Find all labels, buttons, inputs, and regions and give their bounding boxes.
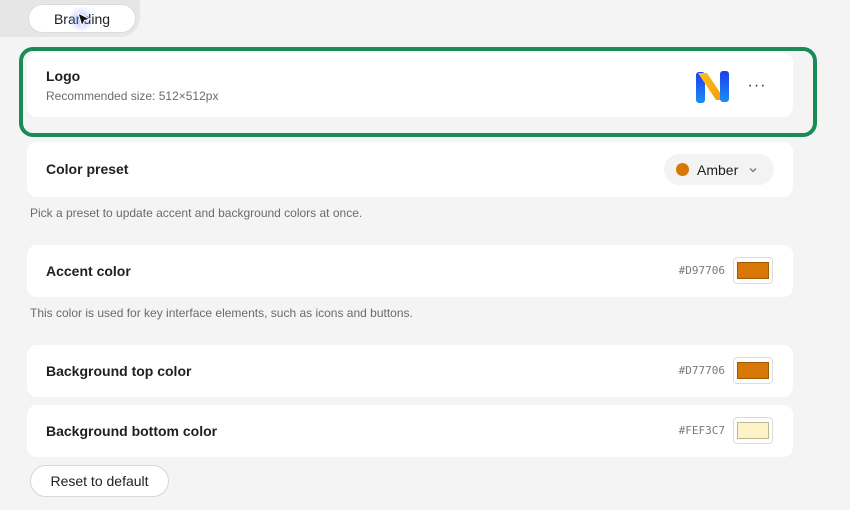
reset-to-default-button[interactable]: Reset to default [30,465,169,497]
focus-highlight-frame [19,47,817,137]
background-bottom-swatch [737,422,769,439]
color-preset-title: Color preset [46,161,129,177]
accent-color-title: Accent color [46,263,131,279]
accent-color-swatch [737,262,769,279]
background-top-picker[interactable] [733,357,773,384]
color-preset-select[interactable]: Amber [664,154,774,185]
accent-color-picker[interactable] [733,257,773,284]
branding-settings-page: Branding Logo Recommended size: 512×512p… [0,0,850,510]
background-bottom-card: Background bottom color #FEF3C7 [27,405,793,457]
preset-color-dot [676,163,689,176]
mouse-cursor-icon [77,12,91,28]
accent-color-hex: #D97706 [678,264,725,277]
color-preset-card: Color preset Amber [27,142,793,197]
background-bottom-hex: #FEF3C7 [678,424,725,437]
background-top-hex: #D77706 [678,364,725,377]
background-top-card: Background top color #D77706 [27,345,793,397]
background-top-swatch [737,362,769,379]
background-top-title: Background top color [46,363,192,379]
background-bottom-picker[interactable] [733,417,773,444]
color-preset-helper: Pick a preset to update accent and backg… [30,206,363,220]
background-bottom-title: Background bottom color [46,423,218,439]
chevron-down-icon [749,167,757,172]
accent-color-card: Accent color #D97706 [27,245,793,297]
accent-color-helper: This color is used for key interface ele… [30,306,413,320]
preset-selected-value: Amber [697,161,739,178]
